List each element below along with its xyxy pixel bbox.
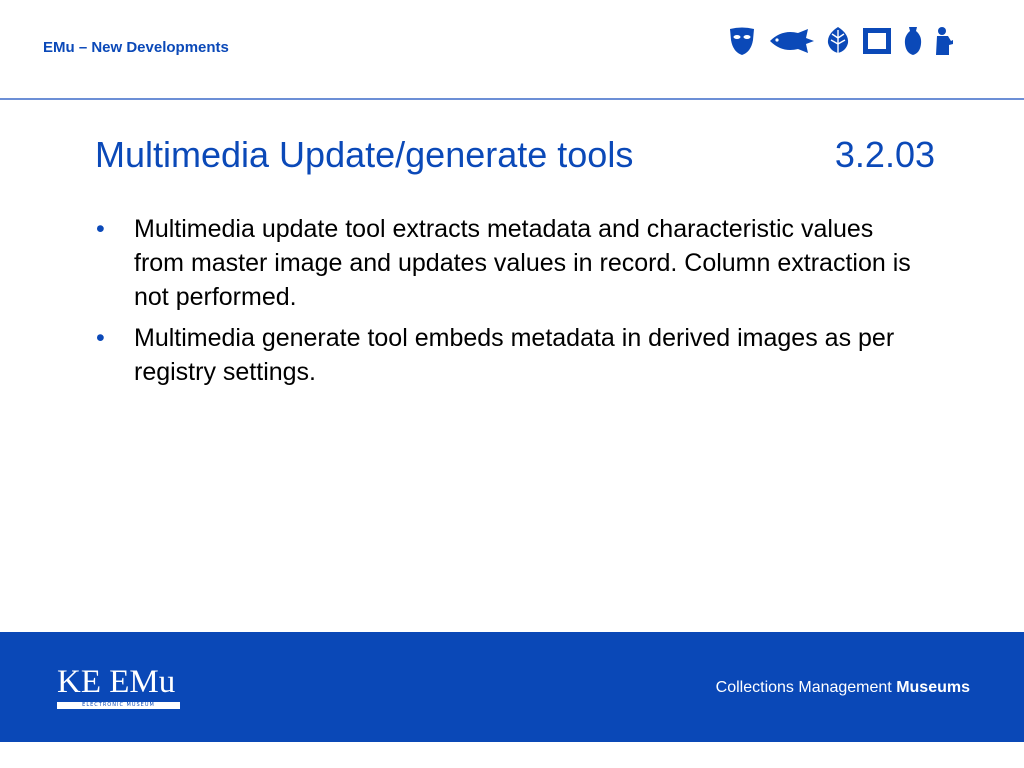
logo-text: KE EMu xyxy=(57,664,176,700)
bullet-list: • Multimedia update tool extracts metada… xyxy=(96,212,926,396)
bullet-glyph: • xyxy=(96,215,105,243)
bullet-text: Multimedia generate tool embeds metadata… xyxy=(134,324,895,386)
slide-title-text: Multimedia Update/generate tools xyxy=(95,134,634,175)
fish-icon xyxy=(770,29,814,53)
slide-title: Multimedia Update/generate tools 3.2.03 xyxy=(95,134,935,176)
leaf-icon xyxy=(827,27,849,55)
tagline-regular: Collections Management xyxy=(715,679,897,696)
header-title: EMu – New Developments xyxy=(43,39,229,56)
frame-icon xyxy=(863,28,891,54)
vase-icon xyxy=(904,27,922,55)
footer-band: KE EMu ELECTRONIC MUSEUM Collections Man… xyxy=(0,632,1024,742)
bullet-glyph: • xyxy=(96,324,105,352)
mask-icon xyxy=(730,27,754,55)
slide-number: 3.2.03 xyxy=(834,134,935,175)
tagline-bold: Museums xyxy=(896,679,970,696)
header-icon-strip xyxy=(728,26,954,56)
logo-subtext: ELECTRONIC MUSEUM xyxy=(57,702,180,709)
header-divider xyxy=(0,98,1024,100)
figure-icon xyxy=(936,27,953,55)
footer-tagline: Collections Management Museums xyxy=(716,679,970,697)
list-item: • Multimedia generate tool embeds metada… xyxy=(96,321,926,389)
list-item: • Multimedia update tool extracts metada… xyxy=(96,212,926,314)
ke-emu-logo: KE EMu ELECTRONIC MUSEUM xyxy=(57,665,180,709)
bullet-text: Multimedia update tool extracts metadata… xyxy=(134,215,911,311)
bottom-margin xyxy=(0,742,1024,768)
